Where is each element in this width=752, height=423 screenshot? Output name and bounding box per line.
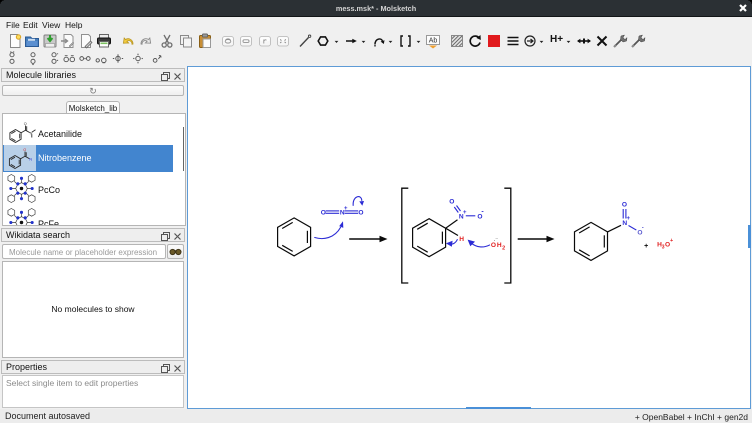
- svg-text:N: N: [29, 158, 32, 162]
- svg-text:O: O: [321, 209, 326, 216]
- svg-text:+: +: [670, 238, 673, 244]
- svg-text:O: O: [622, 201, 627, 208]
- svg-text:-: -: [481, 208, 484, 215]
- svg-text:H: H: [459, 235, 464, 242]
- svg-text:-: -: [642, 225, 644, 231]
- svg-text:O: O: [358, 209, 363, 216]
- svg-text:+: +: [463, 209, 467, 215]
- svg-text:·¯: ·¯: [494, 237, 498, 243]
- svg-text:2: 2: [502, 245, 505, 251]
- svg-text:+: +: [644, 243, 648, 250]
- svg-text:O: O: [491, 242, 496, 249]
- svg-text:O: O: [24, 122, 27, 126]
- svg-text:O: O: [23, 148, 26, 152]
- svg-text:+: +: [627, 216, 631, 222]
- svg-text:Ab: Ab: [429, 38, 438, 45]
- svg-text:N: N: [30, 132, 33, 136]
- svg-text:O: O: [449, 198, 454, 205]
